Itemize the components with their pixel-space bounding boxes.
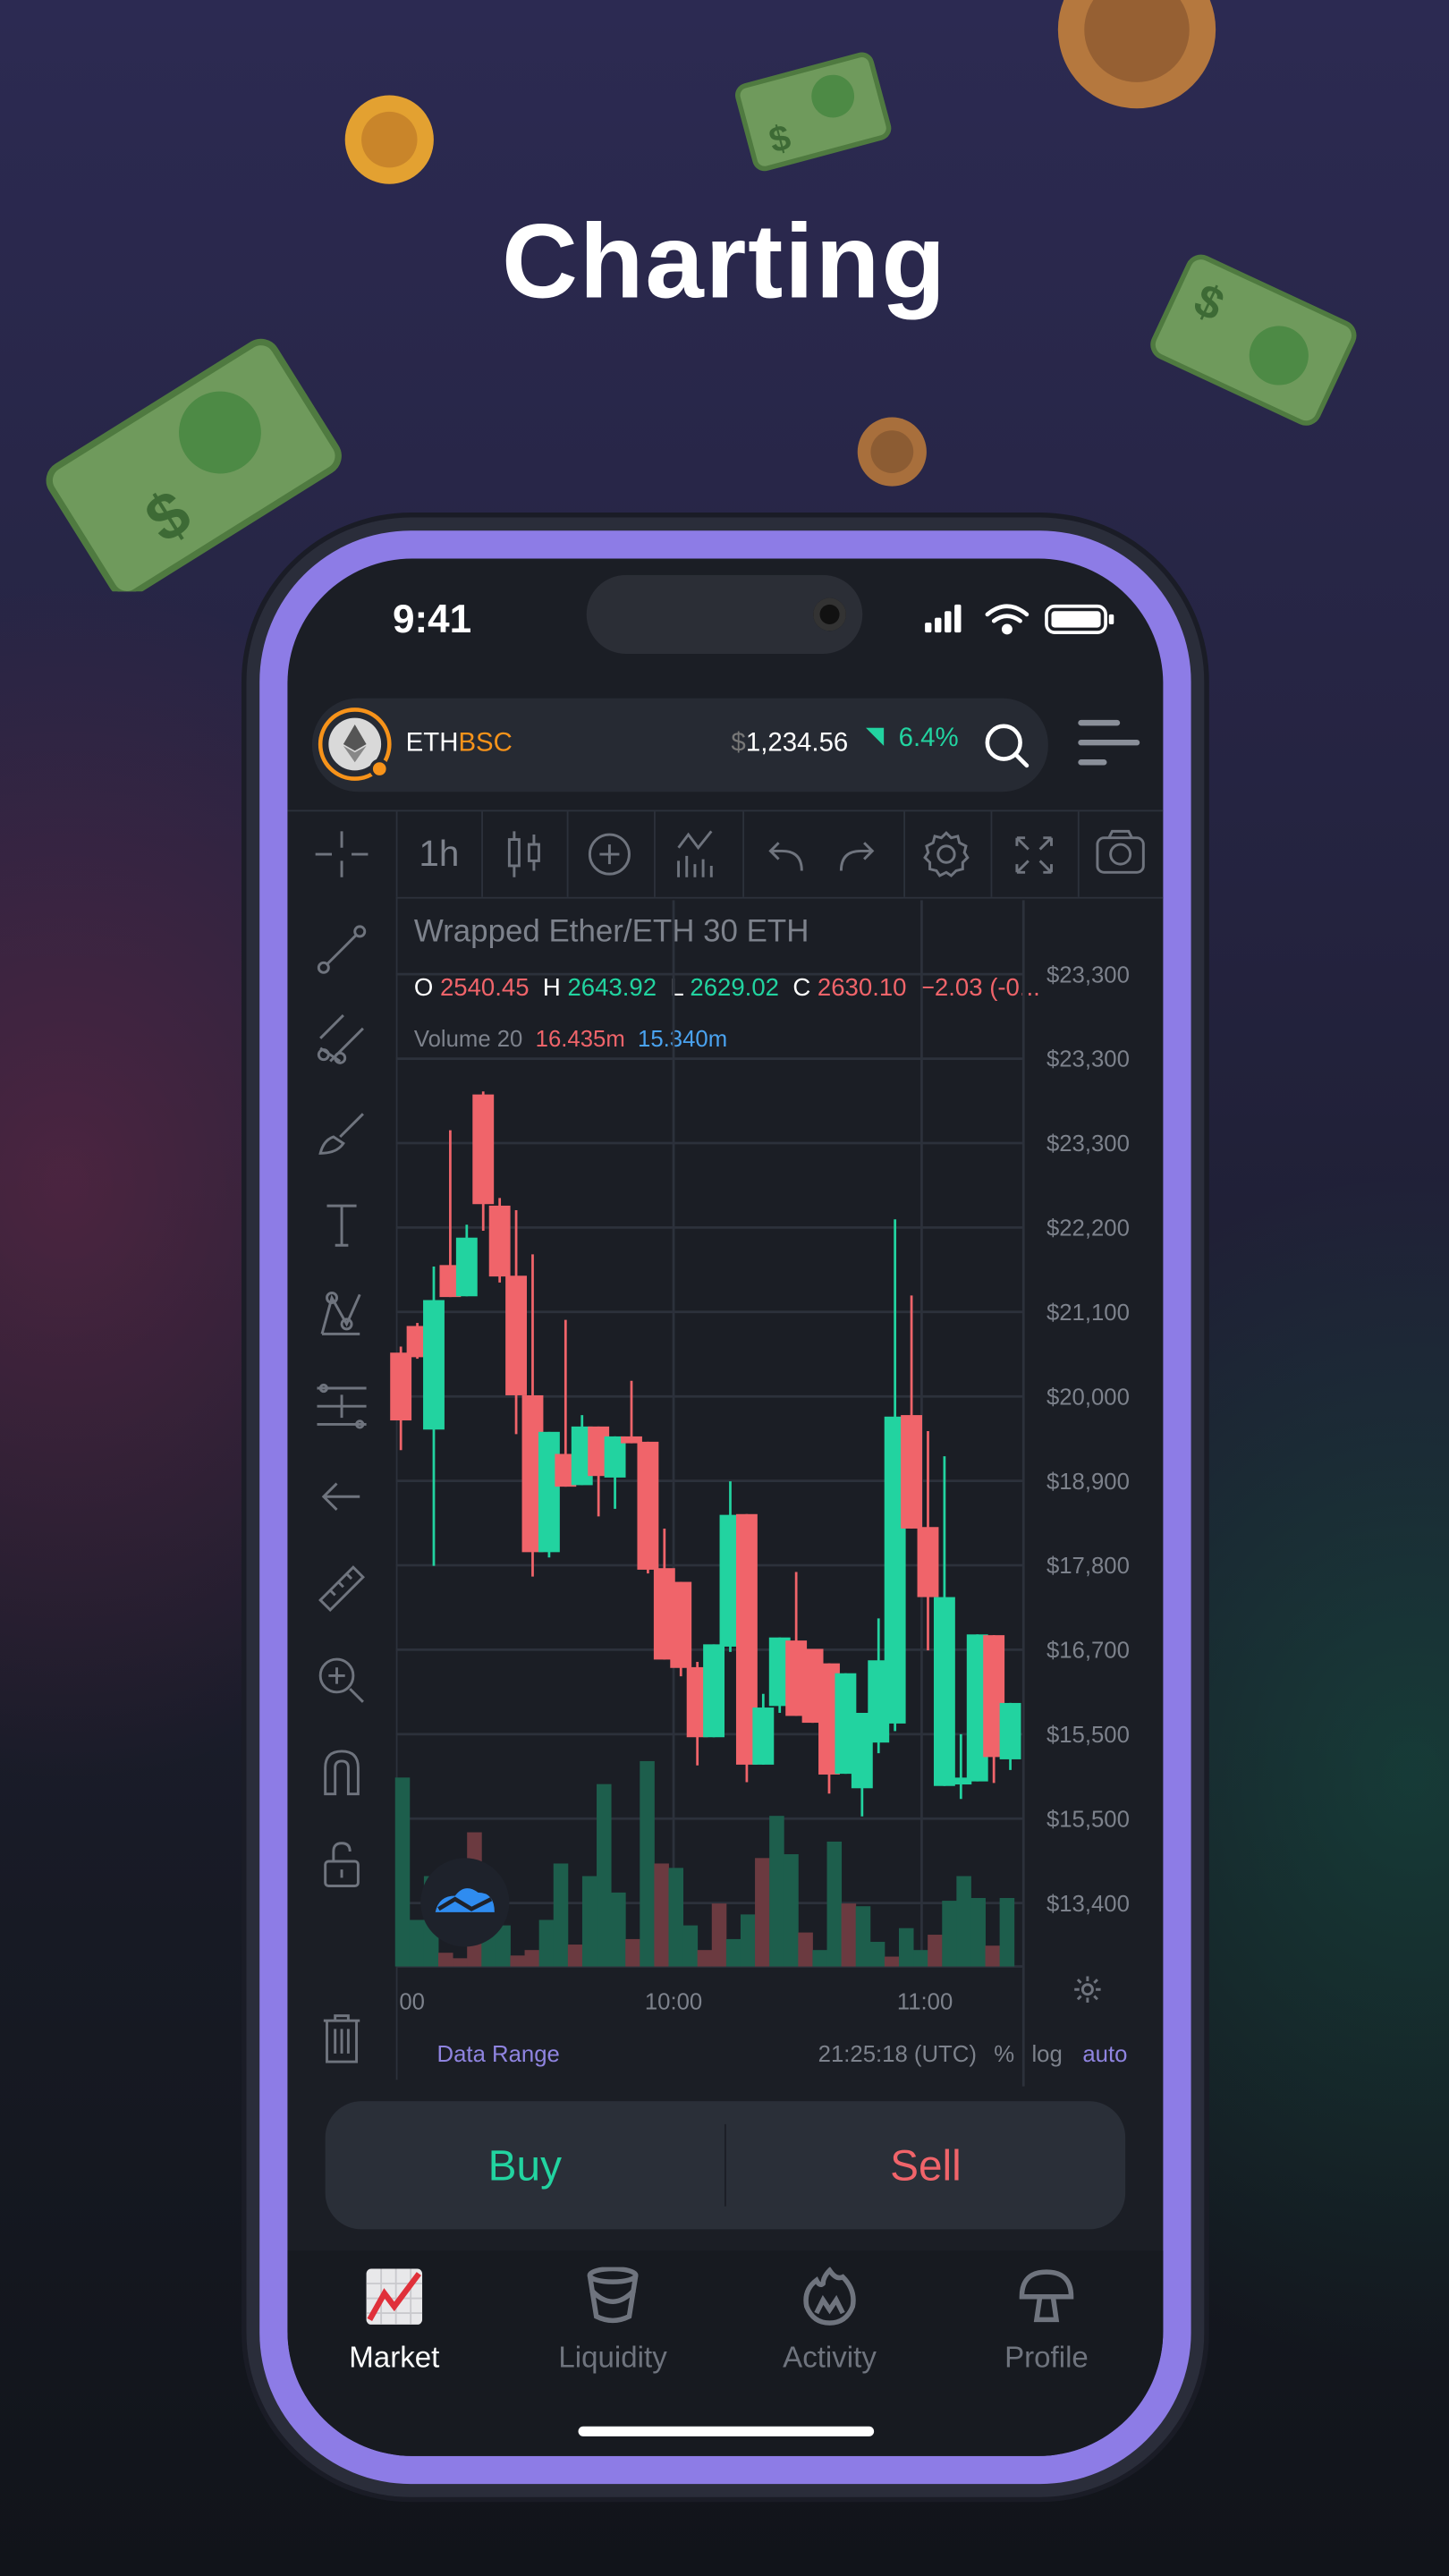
trade-actions: Buy Sell	[325, 2101, 1126, 2230]
volume-bar	[625, 1938, 640, 1967]
utc-clock: 21:25:18 (UTC)	[818, 2040, 977, 2067]
x-tick-label: 00	[399, 1989, 425, 2014]
y-tick-label: $23,300	[1046, 1047, 1130, 1072]
candle-up	[455, 1237, 478, 1297]
nav-label: Activity	[783, 2341, 877, 2375]
mushroom-icon	[1019, 2269, 1074, 2323]
y-tick-label: $15,500	[1046, 1807, 1130, 1832]
y-tick-label: $18,900	[1046, 1470, 1130, 1495]
y-tick-label: $17,800	[1046, 1554, 1130, 1579]
sell-button[interactable]: Sell	[726, 2101, 1125, 2229]
buy-button[interactable]: Buy	[326, 2101, 724, 2229]
candle-up	[423, 1300, 445, 1430]
volume-bar	[394, 1777, 411, 1967]
volume-bar	[755, 1858, 770, 1967]
volume-bar	[538, 1919, 555, 1967]
home-indicator	[578, 2426, 875, 2436]
volume-bar	[611, 1892, 626, 1967]
volume-bar	[682, 1925, 699, 1967]
volume-bar	[970, 1898, 986, 1967]
y-tick-label: $13,400	[1046, 1892, 1130, 1917]
auto-scale-toggle[interactable]: auto	[1082, 2040, 1127, 2066]
coin-icon	[1057, 0, 1216, 109]
volume-bar	[898, 1928, 914, 1967]
volume-bar	[956, 1876, 971, 1967]
candle-down	[488, 1205, 511, 1277]
y-tick-label: $23,300	[1046, 962, 1130, 987]
y-tick-label: $15,500	[1046, 1723, 1130, 1748]
volume-bar	[640, 1760, 655, 1967]
nav-label: Liquidity	[558, 2341, 667, 2375]
headline: Charting	[502, 201, 947, 321]
candle-down	[390, 1352, 412, 1421]
candle-down	[901, 1415, 923, 1529]
volume-bar	[869, 1941, 886, 1967]
x-tick-label: 10:00	[645, 1989, 702, 2014]
volume-bar	[999, 1898, 1015, 1967]
tradingview-logo	[420, 1858, 510, 1947]
volume-bar	[553, 1863, 569, 1967]
candle-up	[538, 1431, 560, 1553]
volume-bar	[841, 1903, 857, 1967]
volume-bar	[711, 1903, 727, 1967]
volume-bar	[438, 1953, 453, 1967]
volume-bar	[654, 1863, 669, 1967]
candle-up	[752, 1707, 775, 1765]
candle-down	[670, 1581, 692, 1668]
candle-down	[472, 1094, 495, 1205]
x-tick-label: 11:00	[897, 1989, 953, 2014]
chart-icon	[366, 2268, 423, 2325]
volume-bar	[697, 1950, 713, 1967]
y-tick-label: $23,300	[1046, 1131, 1130, 1157]
nav-label: Profile	[1004, 2341, 1089, 2375]
nav-liquidity[interactable]: Liquidity	[522, 2266, 703, 2376]
volume-bar	[510, 1955, 526, 1967]
y-tick-label: $20,000	[1046, 1385, 1130, 1410]
volume-bar	[884, 1956, 900, 1967]
nav-market[interactable]: Market	[304, 2267, 485, 2376]
candle-down	[505, 1275, 528, 1395]
y-tick-label: $16,700	[1046, 1639, 1130, 1664]
volume-bar	[855, 1906, 871, 1967]
coin-icon	[344, 95, 434, 184]
volume-bar	[826, 1841, 843, 1967]
nav-label: Market	[349, 2341, 440, 2375]
flame-icon	[803, 2266, 856, 2326]
volume-bar	[581, 1876, 597, 1967]
stage: $ $ $ Charting 9:41 ETH BSC $ 1,234.56 6…	[0, 0, 1449, 2576]
volume-bar	[784, 1854, 799, 1967]
volume-bar	[740, 1914, 756, 1967]
candle-up	[933, 1597, 955, 1786]
volume-bar	[453, 1958, 468, 1967]
percent-scale-toggle[interactable]: %	[994, 2040, 1014, 2066]
data-range-button[interactable]: Data Range	[437, 2040, 560, 2066]
volume-bar	[985, 1945, 1001, 1967]
volume-bar	[928, 1935, 943, 1967]
y-tick-label: $21,100	[1046, 1301, 1130, 1326]
volume-bar	[524, 1950, 540, 1967]
volume-bar	[812, 1950, 827, 1967]
volume-bar	[725, 1938, 741, 1967]
y-tick-label: $22,200	[1046, 1216, 1130, 1241]
volume-bar	[567, 1945, 583, 1967]
nav-activity[interactable]: Activity	[740, 2266, 920, 2376]
volume-bar	[942, 1901, 957, 1967]
candle-up	[999, 1702, 1021, 1759]
volume-bar	[913, 1950, 928, 1967]
bucket-icon	[587, 2266, 639, 2324]
candle-up	[703, 1644, 725, 1738]
candle-down	[637, 1441, 659, 1570]
volume-bar	[798, 1932, 813, 1967]
volume-bar	[668, 1868, 684, 1967]
volume-bar	[597, 1784, 612, 1967]
bill-icon: $	[46, 338, 342, 592]
candle-down	[917, 1527, 939, 1597]
bill-icon: $	[735, 52, 892, 172]
nav-profile[interactable]: Profile	[956, 2267, 1137, 2376]
app-screen: 9:41 ETH BSC $ 1,234.56 6.4% 1h Wrapped …	[287, 558, 1164, 2456]
log-scale-toggle[interactable]: log	[1031, 2040, 1062, 2066]
volume-bar	[769, 1816, 784, 1967]
coin-icon	[857, 417, 927, 487]
axis-settings-icon[interactable]	[1072, 1975, 1102, 2004]
